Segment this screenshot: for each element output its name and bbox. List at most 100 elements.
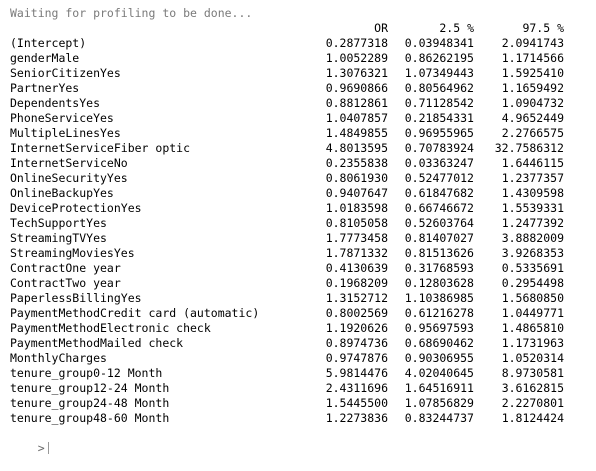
ci-lower-value: 0.80564962 xyxy=(404,81,474,95)
row-label: PaymentMethodElectronic check xyxy=(10,321,211,335)
row-label: PhoneServiceYes xyxy=(10,111,114,125)
row-label: DependentsYes xyxy=(10,96,101,110)
ci-lower-value: 0.21854331 xyxy=(404,111,474,125)
ci-lower-value: 1.64516911 xyxy=(404,381,474,395)
ci-lower-value: 4.02040645 xyxy=(404,366,474,380)
or-value: 1.4849855 xyxy=(325,126,388,140)
table-row: tenure_group0-12 Month 5.9814476 4.0204064… xyxy=(10,366,564,381)
or-value: 0.9747876 xyxy=(325,351,388,365)
row-label: tenure_group12-24 Month xyxy=(10,381,170,395)
ci-lower-value: 0.71128542 xyxy=(404,96,474,110)
ci-upper-value: 1.4865810 xyxy=(501,321,564,335)
row-label: ContractTwo year xyxy=(10,276,121,290)
row-label: TechSupportYes xyxy=(10,216,107,230)
ci-lower-value: 0.86262195 xyxy=(404,51,474,65)
or-value: 0.8974736 xyxy=(325,336,388,350)
ci-upper-value: 3.8882009 xyxy=(501,231,564,245)
or-value: 1.0407857 xyxy=(325,111,388,125)
row-label: StreamingMoviesYes xyxy=(10,246,135,260)
ci-upper-value: 1.2477392 xyxy=(501,216,564,230)
or-value: 1.3152712 xyxy=(325,291,388,305)
table-row: ContractTwo year 0.1968209 0.12803628 0.295… xyxy=(10,276,564,291)
ci-upper-value: 2.2766575 xyxy=(501,126,564,140)
table-row: SeniorCitizenYes 1.3076321 1.07349443 1.592… xyxy=(10,66,564,81)
ci-upper-value: 2.0941743 xyxy=(501,36,564,50)
or-value: 1.1920626 xyxy=(325,321,388,335)
row-label: InternetServiceNo xyxy=(10,156,128,170)
clipped-previous-output xyxy=(10,0,564,4)
ci-lower-value: 0.03363247 xyxy=(404,156,474,170)
row-label: tenure_group0-12 Month xyxy=(10,366,163,380)
ci-upper-value: 1.5680850 xyxy=(501,291,564,305)
table-row: OnlineBackupYes 0.9407647 0.61847682 1.4309… xyxy=(10,186,564,201)
ci-upper-value: 4.9652449 xyxy=(501,111,564,125)
ci-lower-value: 0.12803628 xyxy=(404,276,474,290)
ci-upper-value: 1.6446115 xyxy=(501,156,564,170)
ci-upper-value: 32.7586312 xyxy=(494,141,564,155)
table-row: OnlineSecurityYes 0.8061930 0.52477012 1.23… xyxy=(10,171,564,186)
table-row: MonthlyCharges 0.9747876 0.90306955 1.05203… xyxy=(10,351,564,366)
table-row: PaymentMethodCredit card (automatic) 0.80… xyxy=(10,306,564,321)
row-label: (Intercept) xyxy=(10,36,87,50)
or-value: 0.2355838 xyxy=(325,156,388,170)
table-row: PartnerYes 0.9690866 0.80564962 1.1659492 xyxy=(10,81,564,96)
or-value: 0.8002569 xyxy=(325,306,388,320)
row-label: PartnerYes xyxy=(10,81,80,95)
table-row: DependentsYes 0.8812861 0.71128542 1.090473… xyxy=(10,96,564,111)
column-header-upper-ci: 97.5 % xyxy=(522,21,564,35)
table-row: DeviceProtectionYes 1.0183598 0.66746672 1.… xyxy=(10,201,564,216)
table-header: OR 2.5 % 97.5 % xyxy=(10,21,564,36)
ci-upper-value: 1.1659492 xyxy=(501,81,564,95)
row-label: DeviceProtectionYes xyxy=(10,201,142,215)
row-label: OnlineBackupYes xyxy=(10,186,114,200)
row-label: tenure_group48-60 Month xyxy=(10,411,170,425)
ci-lower-value: 1.07349443 xyxy=(404,66,474,80)
ci-lower-value: 0.96955965 xyxy=(404,126,474,140)
ci-upper-value: 1.5539331 xyxy=(501,201,564,215)
ci-lower-value: 0.81513626 xyxy=(404,246,474,260)
or-value: 0.2877318 xyxy=(325,36,388,50)
ci-upper-value: 0.5335691 xyxy=(501,261,564,275)
prompt-line[interactable]: > xyxy=(10,426,564,455)
ci-lower-value: 1.10386985 xyxy=(404,291,474,305)
or-value: 1.0183598 xyxy=(325,201,388,215)
ci-upper-value: 3.9268353 xyxy=(501,246,564,260)
ci-upper-value: 3.6162815 xyxy=(501,381,564,395)
or-value: 0.9407647 xyxy=(325,186,388,200)
row-label: MonthlyCharges xyxy=(10,351,107,365)
row-label: PaymentMethodCredit card (automatic) xyxy=(10,306,260,320)
ci-lower-value: 0.70783924 xyxy=(404,141,474,155)
or-value: 0.9690866 xyxy=(325,81,388,95)
or-value: 1.7773458 xyxy=(325,231,388,245)
header-spacer xyxy=(10,21,302,36)
or-value: 1.5445500 xyxy=(325,396,388,410)
table-row: tenure_group48-60 Month 1.2273836 0.832447… xyxy=(10,411,564,426)
ci-lower-value: 1.07856829 xyxy=(404,396,474,410)
table-row: ContractOne year 0.4130639 0.31768593 0.533… xyxy=(10,261,564,276)
or-value: 0.1968209 xyxy=(325,276,388,290)
table-row: PaperlessBillingYes 1.3152712 1.10386985 1.… xyxy=(10,291,564,306)
table-row: StreamingTVYes 1.7773458 0.81407027 3.88820… xyxy=(10,231,564,246)
row-label: tenure_group24-48 Month xyxy=(10,396,170,410)
row-label: SeniorCitizenYes xyxy=(10,66,121,80)
ci-lower-value: 0.52477012 xyxy=(404,171,474,185)
ci-upper-value: 8.9730581 xyxy=(501,366,564,380)
ci-lower-value: 0.52603764 xyxy=(404,216,474,230)
ci-upper-value: 1.0520314 xyxy=(501,351,564,365)
table-row: TechSupportYes 0.8105058 0.52603764 1.24773… xyxy=(10,216,564,231)
ci-lower-value: 0.31768593 xyxy=(404,261,474,275)
ci-upper-value: 1.2377357 xyxy=(501,171,564,185)
or-value: 0.8812861 xyxy=(325,96,388,110)
prompt-symbol: > xyxy=(37,441,45,455)
row-label: InternetServiceFiber optic xyxy=(10,141,191,155)
ci-upper-value: 1.0449771 xyxy=(501,306,564,320)
table-row: MultipleLinesYes 1.4849855 0.96955965 2.276… xyxy=(10,126,564,141)
ci-lower-value: 0.83244737 xyxy=(404,411,474,425)
or-value: 4.8013595 xyxy=(325,141,388,155)
row-label: PaperlessBillingYes xyxy=(10,291,142,305)
or-value: 1.2273836 xyxy=(325,411,388,425)
table-row: StreamingMoviesYes 1.7871332 0.81513626 3.9… xyxy=(10,246,564,261)
table-row: InternetServiceFiber optic 4.8013595 0.707… xyxy=(10,141,564,156)
table-row: tenure_group24-48 Month 1.5445500 1.078568… xyxy=(10,396,564,411)
row-label: genderMale xyxy=(10,51,80,65)
